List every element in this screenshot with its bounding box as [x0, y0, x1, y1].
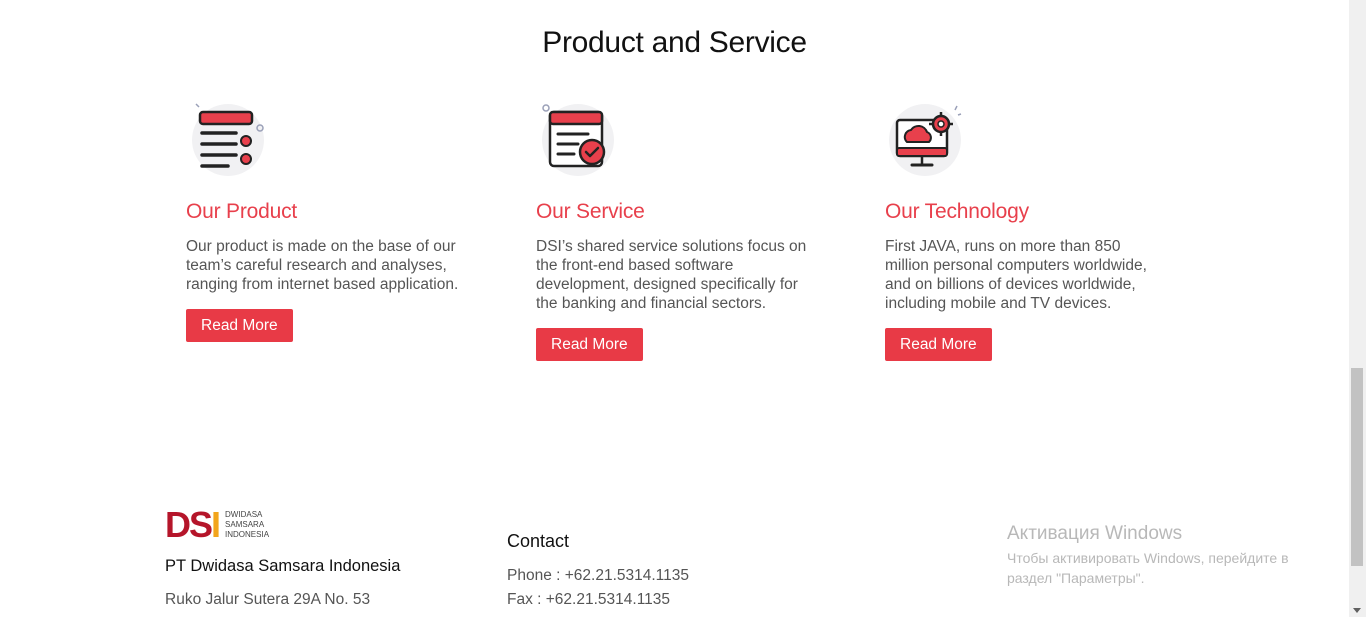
- card-title: Our Technology: [885, 200, 1029, 223]
- company-name: PT Dwidasa Samsara Indonesia: [165, 557, 401, 575]
- logo-text: DWIDASA SAMSARA INDONESIA: [225, 510, 269, 540]
- card-text: DSI’s shared service solutions focus on …: [536, 238, 807, 312]
- scroll-down-arrow-icon[interactable]: [1353, 608, 1361, 613]
- read-more-button[interactable]: Read More: [536, 328, 643, 361]
- logo-line: SAMSARA: [225, 520, 265, 529]
- list-document-icon: [188, 98, 270, 180]
- vertical-scrollbar[interactable]: [1349, 0, 1366, 617]
- activation-title: Активация Windows: [1007, 523, 1183, 544]
- contact-phone: Phone : +62.21.5314.1135: [507, 567, 690, 584]
- activation-line-1: Чтобы активировать Windows, перейдите в: [1007, 550, 1289, 566]
- card-title: Our Service: [536, 200, 645, 223]
- section-title: Product and Service: [542, 26, 807, 59]
- card-product: Our Product Our product is made on the b…: [186, 98, 471, 342]
- card-title: Our Product: [186, 200, 298, 223]
- company-logo[interactable]: DSI DWIDASA SAMSARA INDONESIA: [165, 507, 269, 543]
- card-technology: Our Technology First JAVA, runs on more …: [885, 98, 1170, 361]
- document-check-icon: [538, 98, 620, 180]
- logo-line: DWIDASA: [225, 510, 263, 519]
- card-text: Our product is made on the base of our t…: [186, 238, 459, 293]
- company-address: Ruko Jalur Sutera 29A No. 53: [165, 591, 371, 608]
- scrollbar-thumb[interactable]: [1351, 368, 1363, 566]
- read-more-button[interactable]: Read More: [186, 309, 293, 342]
- card-service: Our Service DSI’s shared service solutio…: [536, 98, 821, 361]
- windows-activation-watermark: Активация Windows Чтобы активировать Win…: [1007, 522, 1289, 588]
- contact-title: Contact: [507, 531, 570, 551]
- monitor-cloud-gear-icon: [887, 98, 969, 180]
- logo-line: INDONESIA: [225, 530, 270, 539]
- card-text: First JAVA, runs on more than 850 millio…: [885, 238, 1147, 312]
- read-more-button[interactable]: Read More: [885, 328, 992, 361]
- logo-mark-text: DSI: [165, 504, 221, 545]
- contact-fax: Fax : +62.21.5314.1135: [507, 591, 671, 608]
- page: Product and Service Our Product Our prod…: [0, 0, 1366, 617]
- logo-mark: DSI: [165, 504, 221, 545]
- activation-line-2: раздел "Параметры".: [1007, 570, 1145, 586]
